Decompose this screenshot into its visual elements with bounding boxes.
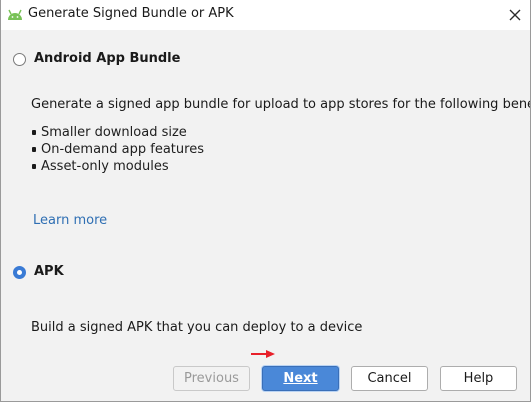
- radio-android-app-bundle[interactable]: [13, 53, 26, 66]
- next-button-label: Next: [283, 371, 318, 386]
- list-item: Asset-only modules: [31, 158, 204, 175]
- cancel-button[interactable]: Cancel: [351, 366, 428, 391]
- dialog-window: Generate Signed Bundle or APK Android Ap…: [0, 0, 531, 402]
- benefits-list: Smaller download size On-demand app feat…: [31, 124, 204, 175]
- benefit-text: On-demand app features: [41, 142, 204, 157]
- bullet-icon: [32, 147, 36, 152]
- option-label-apk[interactable]: APK: [34, 264, 64, 279]
- dialog-content: Android App Bundle Generate a signed app…: [1, 30, 530, 401]
- list-item: On-demand app features: [31, 141, 204, 158]
- learn-more-link[interactable]: Learn more: [33, 213, 107, 228]
- benefit-text: Smaller download size: [41, 125, 187, 140]
- android-icon: [8, 9, 22, 20]
- window-title: Generate Signed Bundle or APK: [28, 6, 234, 21]
- list-item: Smaller download size: [31, 124, 204, 141]
- apk-description: Build a signed APK that you can deploy t…: [31, 320, 363, 335]
- bullet-icon: [32, 130, 36, 135]
- bundle-description: Generate a signed app bundle for upload …: [31, 97, 531, 112]
- next-button[interactable]: Next: [262, 366, 339, 391]
- option-label-android-app-bundle[interactable]: Android App Bundle: [34, 51, 180, 66]
- red-arrow-annotation: [251, 350, 275, 358]
- close-button[interactable]: [500, 0, 530, 30]
- benefit-text: Asset-only modules: [41, 159, 169, 174]
- bullet-icon: [32, 164, 36, 169]
- title-bar: Generate Signed Bundle or APK: [1, 0, 530, 30]
- help-button[interactable]: Help: [440, 366, 517, 391]
- previous-button[interactable]: Previous: [173, 366, 250, 391]
- close-icon: [509, 9, 521, 21]
- radio-apk[interactable]: [13, 266, 26, 279]
